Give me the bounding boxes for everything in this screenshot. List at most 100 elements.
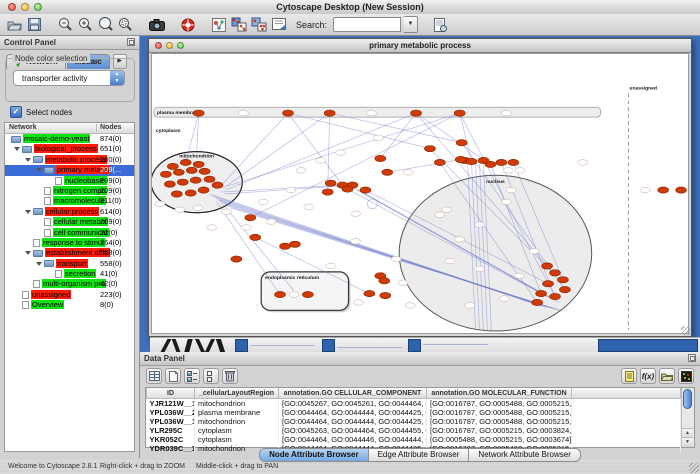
table-row[interactable]: YPL036W__2plasma membrane[GO:0044464, GO… [147, 408, 681, 417]
self-loop-edge[interactable] [367, 199, 377, 209]
function-builder-icon[interactable]: f(x) [640, 368, 656, 384]
network-node-selected[interactable] [180, 159, 191, 165]
network-node-unselected[interactable] [351, 211, 361, 217]
network-node-selected[interactable] [508, 159, 519, 165]
network-node-selected[interactable] [411, 110, 422, 116]
network-node-unselected[interactable] [405, 303, 415, 309]
zoom-selected-icon[interactable] [117, 16, 134, 33]
network-edge[interactable] [223, 113, 329, 188]
open-file-icon[interactable] [6, 16, 23, 33]
import-attrs-icon[interactable] [659, 368, 675, 384]
table-scrollbar[interactable]: ▲ ▼ [681, 388, 694, 447]
table-column-header[interactable]: annotation.GO CELLULAR_COMPONENT [279, 388, 427, 399]
network-node-unselected[interactable] [316, 158, 326, 164]
network-node-selected[interactable] [245, 214, 256, 220]
zoom-out-icon[interactable] [57, 16, 74, 33]
network-edge[interactable] [288, 113, 343, 185]
network-node-selected[interactable] [302, 291, 313, 297]
float-panel-icon[interactable] [127, 38, 135, 46]
search-input[interactable] [333, 17, 401, 32]
network-node-unselected[interactable] [640, 187, 650, 193]
network-node-selected[interactable] [160, 171, 171, 177]
network-node-selected[interactable] [382, 169, 393, 175]
network-node-unselected[interactable] [445, 258, 455, 264]
network-node-selected[interactable] [324, 110, 335, 116]
network-node-selected[interactable] [557, 277, 568, 283]
network-node-selected[interactable] [185, 190, 196, 196]
table-column-header[interactable] [572, 388, 681, 399]
network-node-selected[interactable] [177, 179, 188, 185]
network-node-selected[interactable] [231, 256, 242, 262]
tree-row[interactable]: biological_process651(0) [5, 144, 134, 154]
select-nodes-checkbox[interactable]: ✓ [10, 106, 22, 118]
network-node-unselected[interactable] [304, 204, 314, 210]
table-column-header[interactable]: _cellularLayoutRegion [195, 388, 279, 399]
network-node-selected[interactable] [496, 159, 507, 165]
network-node-unselected[interactable] [529, 248, 539, 254]
table-row[interactable]: YKR052Ccytoplasm[GO:0044464, GO:0044446,… [147, 435, 681, 444]
network-node-selected[interactable] [173, 169, 184, 175]
network-node-selected[interactable] [164, 181, 175, 187]
network-node-selected[interactable] [283, 110, 294, 116]
tree-row[interactable]: macromolecule311(0) [5, 196, 134, 206]
close-button[interactable] [8, 3, 16, 11]
network-node-unselected[interactable] [398, 280, 408, 286]
network-node-selected[interactable] [532, 299, 543, 305]
network-node-unselected[interactable] [238, 110, 248, 116]
tree-row[interactable]: transport558(0) [5, 259, 134, 269]
network-node-unselected[interactable] [442, 207, 452, 213]
network-node-unselected[interactable] [326, 263, 336, 269]
window-resize-grip[interactable] [681, 326, 690, 335]
tree-row[interactable]: nitrogen compo209(0) [5, 186, 134, 196]
table-column-header[interactable]: annotation.GO MOLECULAR_FUNCTION [427, 388, 572, 399]
network-edge[interactable] [380, 113, 416, 158]
network-node-selected[interactable] [199, 168, 210, 174]
tree-row[interactable]: response to stimul264(0) [5, 238, 134, 248]
search-dropdown-button[interactable]: ▼ [404, 16, 418, 33]
expand-triangle-icon[interactable] [36, 262, 42, 266]
network-node-selected[interactable] [167, 163, 178, 169]
network-node-unselected[interactable] [336, 150, 346, 156]
table-row[interactable]: YLR295Ccytoplasm[GO:0045263, GO:0044464,… [147, 426, 681, 435]
network-node-selected[interactable] [543, 281, 554, 287]
network-node-selected[interactable] [559, 286, 570, 292]
network-node-selected[interactable] [342, 186, 353, 192]
network-node-unselected[interactable] [515, 168, 525, 174]
save-session-icon[interactable] [26, 16, 43, 33]
network-node-selected[interactable] [454, 110, 465, 116]
network-node-selected[interactable] [250, 234, 261, 240]
network-view-window[interactable]: primary metabolic process plasma membran… [148, 38, 692, 337]
zoom-button[interactable] [34, 3, 42, 11]
region-nucleus[interactable] [399, 175, 592, 331]
scroll-down-icon[interactable]: ▼ [682, 437, 693, 447]
tree-row[interactable]: establishment of lo558(0) [5, 248, 134, 258]
unselect-attrs-icon[interactable] [203, 368, 219, 384]
network-node-selected[interactable] [171, 191, 182, 197]
network-node-selected[interactable] [193, 161, 204, 167]
tree-row[interactable]: mosaic-demo-yeast874(0) [5, 134, 134, 144]
network-edge[interactable] [387, 159, 460, 172]
network-node-selected[interactable] [485, 161, 496, 167]
network-canvas[interactable]: plasma membranecytoplasmunassignedmitoch… [151, 53, 689, 334]
network-node-unselected[interactable] [366, 110, 376, 116]
net-minimize-button[interactable] [166, 42, 173, 49]
network-node-selected[interactable] [536, 290, 547, 296]
tree-row[interactable]: cellular metabol209(0) [5, 217, 134, 227]
import-table-icon[interactable] [432, 16, 449, 33]
network-node-selected[interactable] [190, 177, 201, 183]
expand-triangle-icon[interactable] [25, 251, 31, 255]
tree-row[interactable]: unassigned223(0) [5, 290, 134, 300]
network-node-unselected[interactable] [475, 266, 485, 272]
network-node-selected[interactable] [455, 156, 466, 162]
network-node-selected[interactable] [550, 293, 561, 299]
network-node-unselected[interactable] [289, 292, 299, 298]
tree-row[interactable]: nucleobase-209(0) [5, 176, 134, 186]
app-resize-grip[interactable] [689, 463, 699, 473]
network-node-unselected[interactable] [286, 187, 296, 193]
network-node-selected[interactable] [380, 292, 391, 298]
network-node-unselected[interactable] [514, 273, 524, 279]
network-node-selected[interactable] [676, 187, 687, 193]
network-node-selected[interactable] [434, 159, 445, 165]
snapshot-camera-icon[interactable] [148, 16, 165, 33]
network-node-unselected[interactable] [465, 303, 475, 309]
